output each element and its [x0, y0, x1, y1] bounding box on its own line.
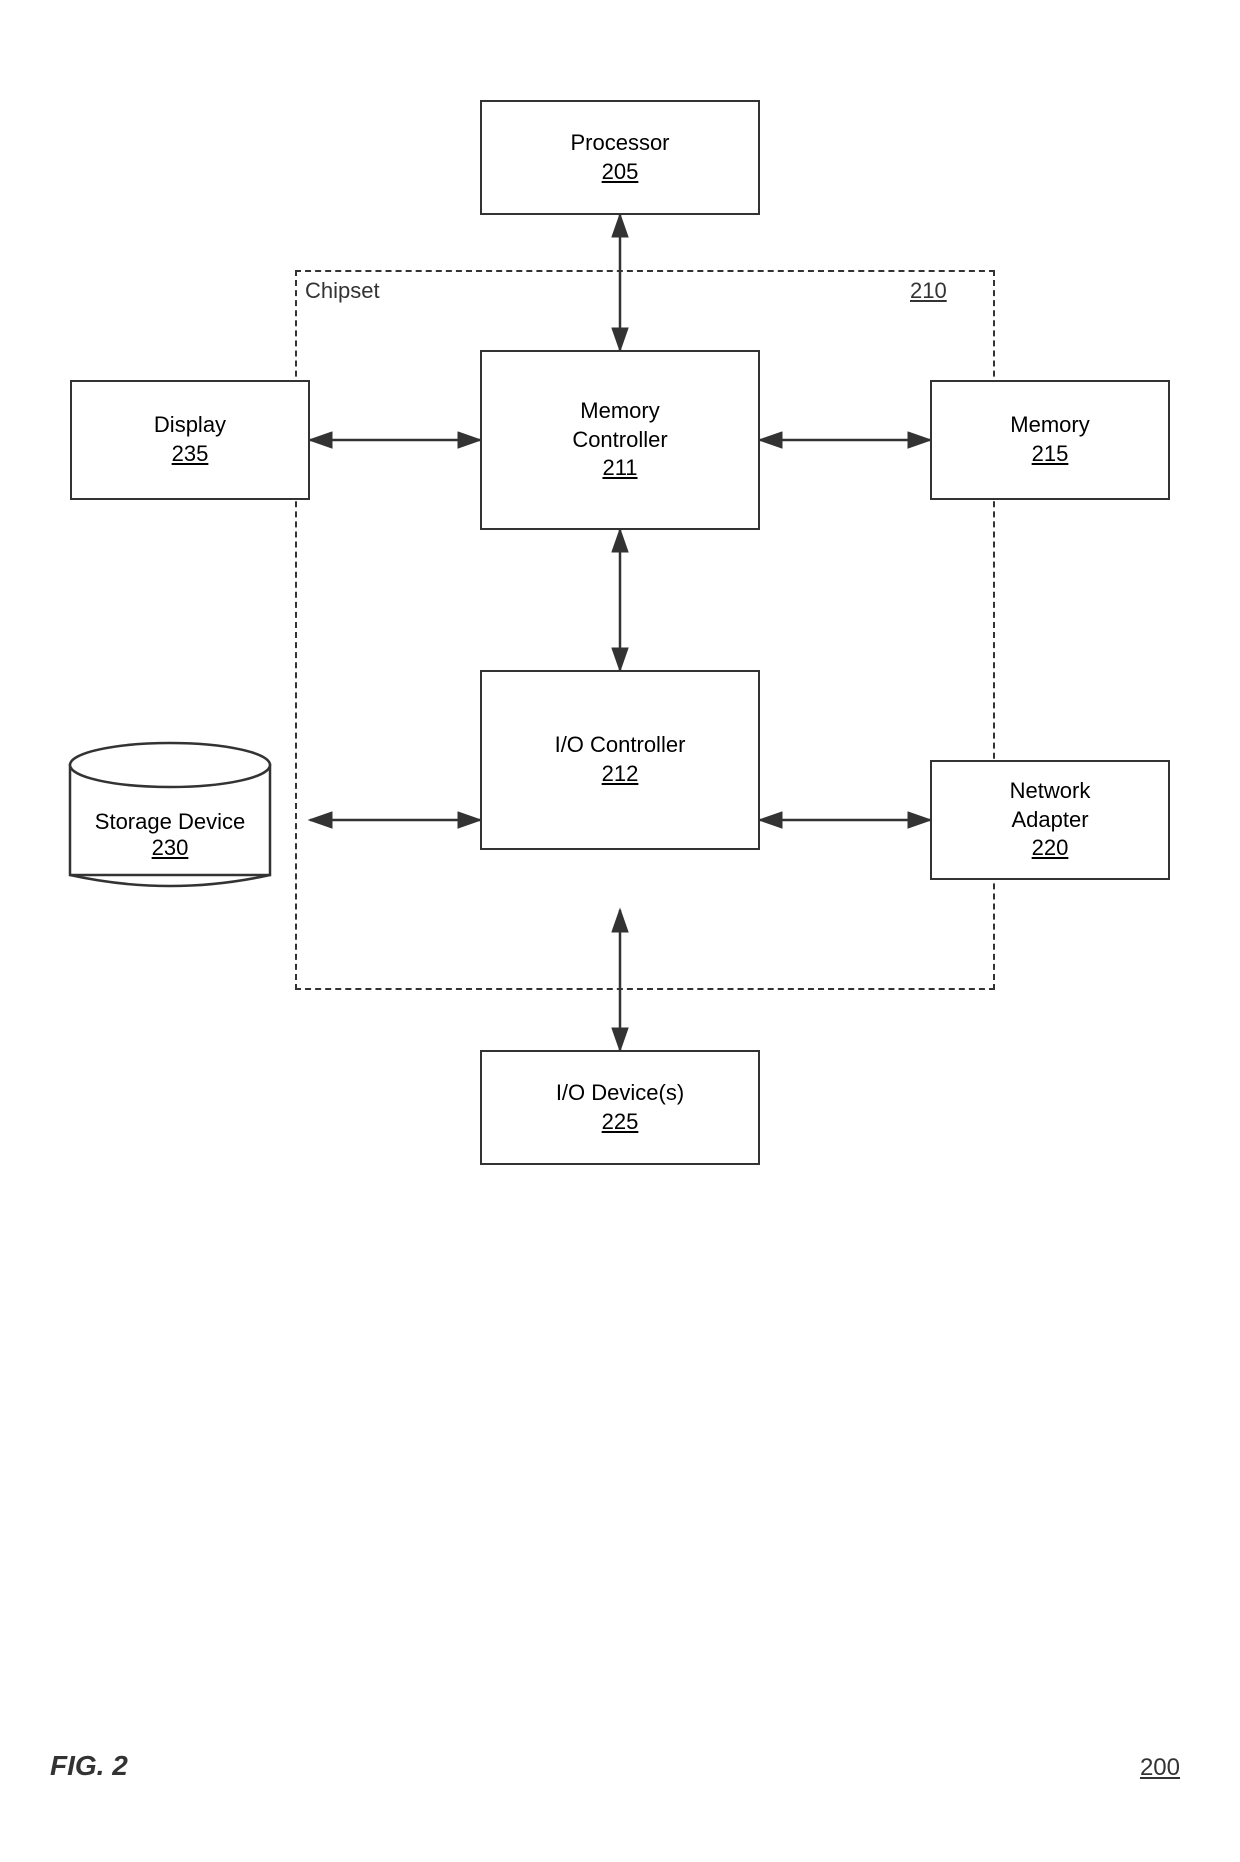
io-devices-ref: 225	[602, 1108, 639, 1137]
diagram-container: Processor 205 Chipset 210 MemoryControll…	[0, 40, 1240, 1640]
io-devices-box: I/O Device(s) 225	[480, 1050, 760, 1165]
fig-label: FIG. 2	[50, 1750, 128, 1782]
display-ref: 235	[172, 440, 209, 469]
processor-label: Processor	[570, 129, 669, 158]
network-adapter-label: NetworkAdapter	[1010, 777, 1091, 834]
memory-controller-ref: 211	[602, 454, 637, 483]
storage-device-text: Storage Device 230	[95, 809, 245, 861]
memory-box: Memory 215	[930, 380, 1170, 500]
processor-box: Processor 205	[480, 100, 760, 215]
chipset-label: Chipset	[305, 278, 380, 304]
io-controller-ref: 212	[602, 760, 639, 789]
io-controller-box: I/O Controller 212	[480, 670, 760, 850]
io-devices-label: I/O Device(s)	[556, 1079, 684, 1108]
display-box: Display 235	[70, 380, 310, 500]
network-adapter-box: NetworkAdapter 220	[930, 760, 1170, 880]
memory-ref: 215	[1032, 440, 1069, 469]
memory-label: Memory	[1010, 411, 1089, 440]
io-controller-label: I/O Controller	[555, 731, 686, 760]
processor-ref: 205	[602, 158, 639, 187]
memory-controller-box: MemoryController 211	[480, 350, 760, 530]
display-label: Display	[154, 411, 226, 440]
fig-num: 200	[1140, 1754, 1180, 1782]
network-adapter-ref: 220	[1032, 834, 1069, 863]
memory-controller-label: MemoryController	[572, 397, 667, 454]
chipset-ref: 210	[910, 278, 947, 304]
storage-device-label: Storage Device	[95, 809, 245, 835]
storage-device-ref: 230	[95, 835, 245, 861]
storage-device-cylinder: Storage Device 230	[50, 730, 290, 910]
